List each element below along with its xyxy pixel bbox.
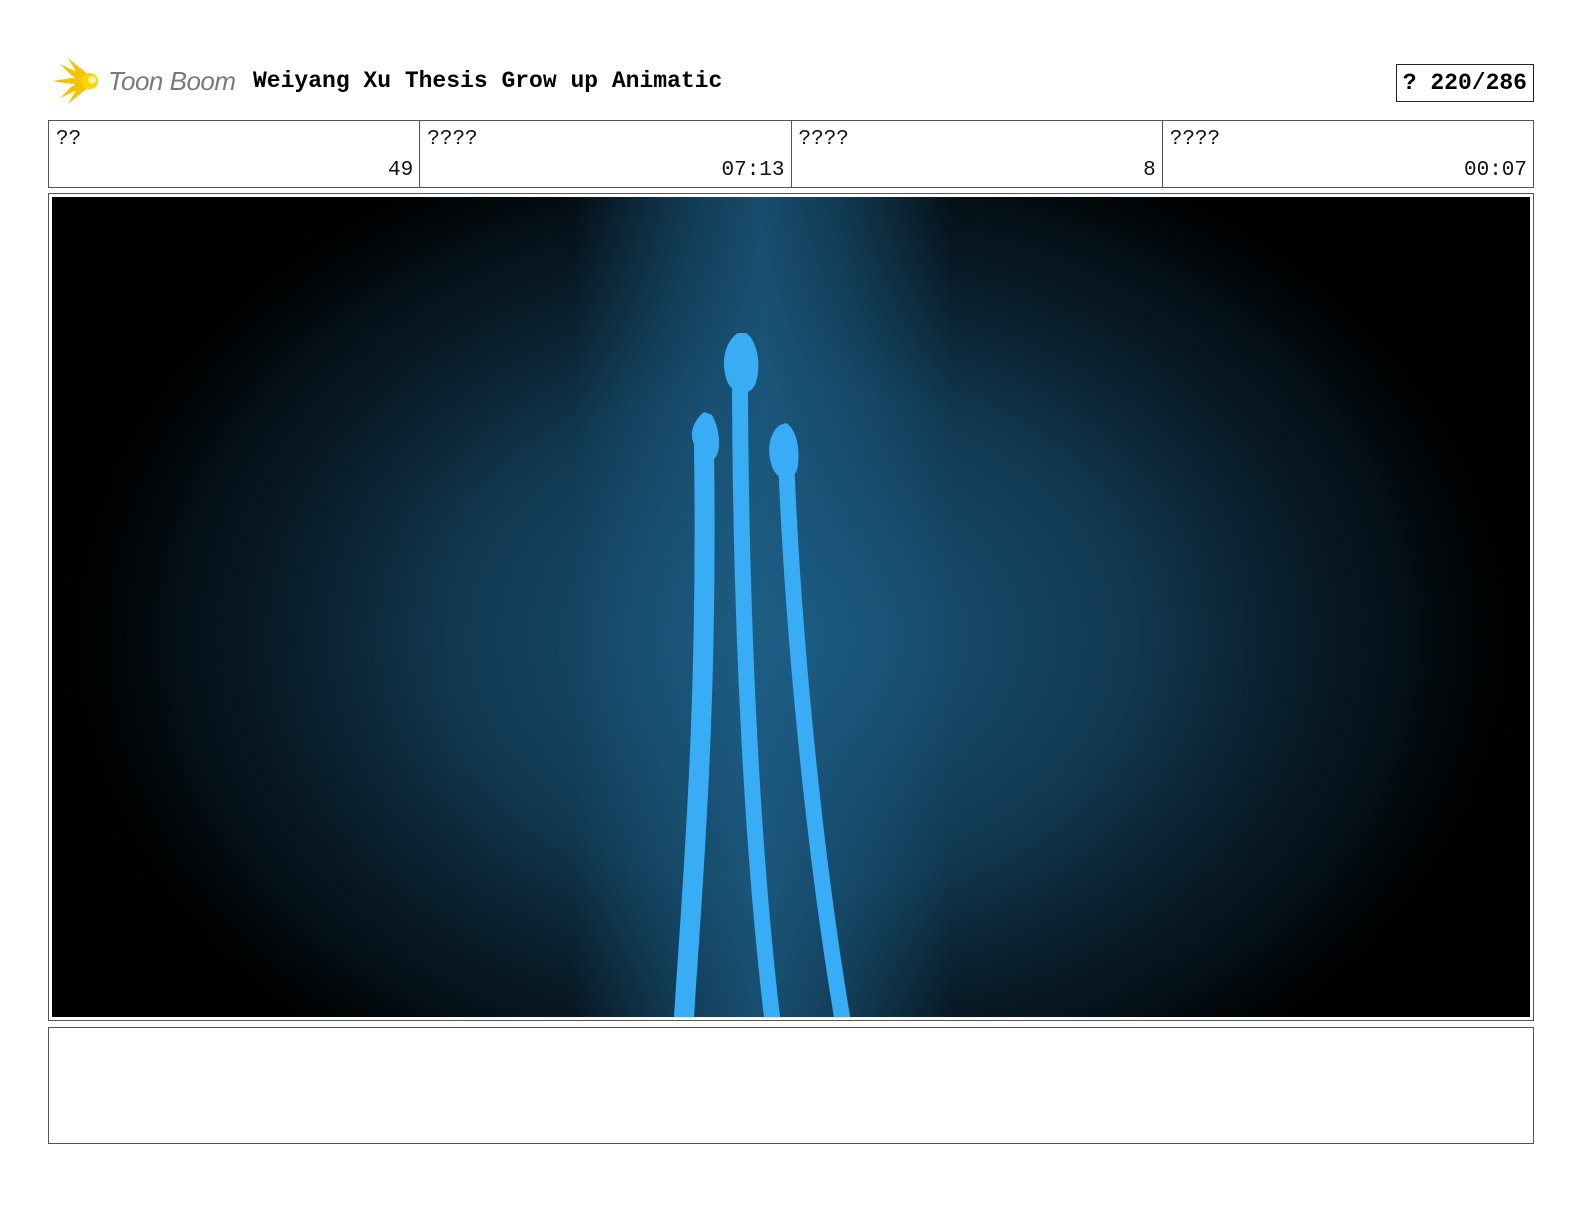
info-cell-duration: ???? 00:07: [1163, 121, 1533, 187]
dialogue-caption-box[interactable]: [48, 1027, 1534, 1144]
info-value: 8: [1143, 159, 1156, 182]
info-value: 49: [388, 159, 414, 182]
toon-boom-logo: Toon Boom: [50, 56, 236, 106]
info-label: ????: [427, 128, 478, 151]
info-value: 07:13: [721, 159, 785, 182]
panel-info-row: ?? 49 ???? 07:13 ???? 8 ???? 00:07: [48, 120, 1534, 188]
document-title: Weiyang Xu Thesis Grow up Animatic: [253, 68, 723, 94]
page-header: Toon Boom Weiyang Xu Thesis Grow up Anim…: [50, 56, 1534, 106]
info-label: ??: [56, 128, 82, 151]
info-cell-panel: ???? 8: [792, 121, 1163, 187]
storyboard-panel-image: [52, 197, 1530, 1017]
star-burst-icon: [52, 58, 98, 104]
info-label: ????: [1169, 128, 1221, 151]
panel-drawing: [52, 197, 1530, 1017]
logo-text: Toon Boom: [108, 65, 236, 96]
page-number-badge: ? 220/286: [1395, 64, 1534, 102]
info-label: ????: [798, 128, 849, 151]
info-cell-timecode: ???? 07:13: [420, 121, 792, 187]
info-cell-scene: ?? 49: [49, 121, 421, 187]
info-value: 00:07: [1463, 159, 1527, 182]
